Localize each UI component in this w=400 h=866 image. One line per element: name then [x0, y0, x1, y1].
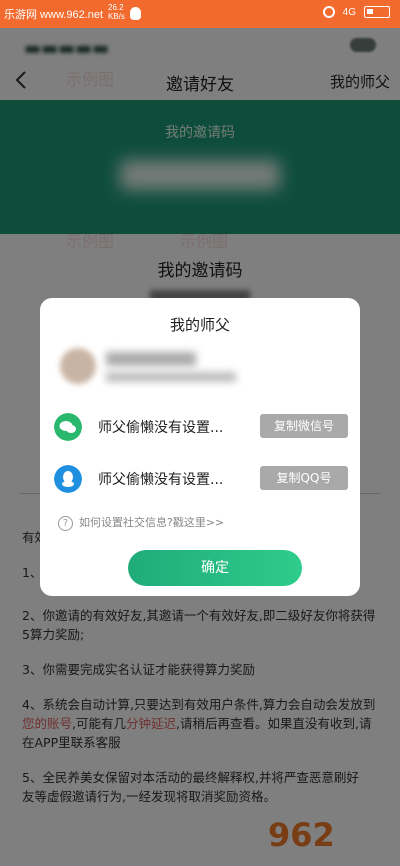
master-id-blurred: [106, 372, 236, 382]
wechat-row: 师父偷懒没有设置... 复制微信号: [54, 412, 348, 442]
copy-qq-button[interactable]: 复制QQ号: [260, 466, 348, 490]
wechat-text: 师父偷懒没有设置...: [98, 420, 224, 436]
master-info-dialog: 我的师父 师父偷懒没有设置... 复制微信号 师父偷懒没有设置... 复制QQ号…: [40, 298, 360, 596]
master-avatar: [60, 348, 96, 384]
net-speed: 26.2 KB/s: [108, 3, 125, 21]
qq-row: 师父偷懒没有设置... 复制QQ号: [54, 464, 348, 494]
question-icon: ?: [58, 515, 73, 531]
battery-icon: [364, 6, 390, 18]
wechat-icon: [54, 413, 82, 441]
net-speed-value: 26.2: [108, 3, 124, 12]
signal-indicator: 4G: [342, 6, 356, 18]
qq-icon: [54, 465, 82, 493]
dialog-title: 我的师父: [169, 316, 230, 334]
net-speed-unit: KB/s: [108, 12, 125, 21]
confirm-button[interactable]: 确定: [128, 550, 302, 586]
help-link[interactable]: ? 如何设置社交信息?戳这里>>: [58, 514, 224, 531]
status-icons: 4G: [322, 6, 390, 18]
qq-notification-icon: [130, 7, 141, 20]
qq-text: 师父偷懒没有设置...: [98, 472, 224, 488]
master-name-blurred: [106, 352, 196, 366]
site-label: 乐游网 www.962.net: [4, 9, 104, 21]
alarm-icon: [322, 6, 335, 18]
help-text: 如何设置社交信息?戳这里>>: [79, 516, 225, 529]
copy-wechat-button[interactable]: 复制微信号: [260, 414, 348, 438]
status-bar: 乐游网 www.962.net 26.2 KB/s 4G: [0, 0, 400, 28]
